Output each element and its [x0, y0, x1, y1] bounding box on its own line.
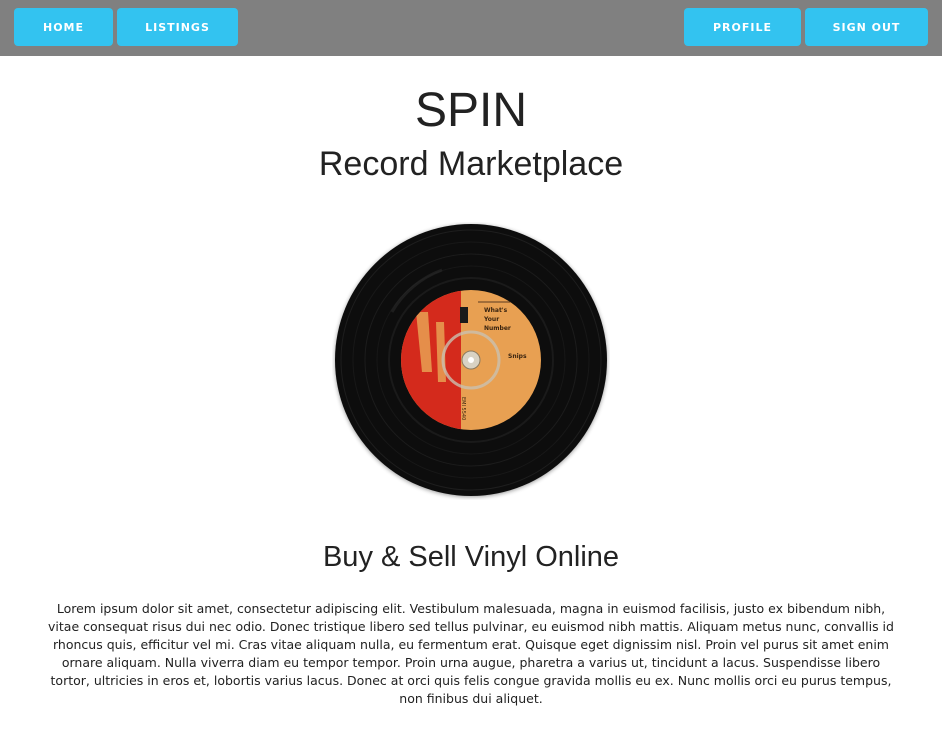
svg-text:What's: What's — [484, 307, 508, 314]
svg-text:EMI 5540: EMI 5540 — [460, 397, 466, 420]
page-title: SPIN — [414, 84, 528, 137]
sign-out-button[interactable]: SIGN OUT — [805, 8, 928, 46]
page-subtitle: Record Marketplace — [318, 145, 624, 183]
listings-button[interactable]: LISTINGS — [117, 8, 238, 46]
top-nav-bar: HOME LISTINGS PROFILE SIGN OUT — [0, 0, 942, 56]
section-body-text: Lorem ipsum dolor sit amet, consectetur … — [48, 601, 894, 706]
svg-text:Your: Your — [483, 316, 499, 323]
home-button[interactable]: HOME — [14, 8, 113, 46]
profile-button[interactable]: PROFILE — [684, 8, 801, 46]
svg-text:Number: Number — [484, 325, 511, 332]
vinyl-record-image: What's Your Number Snips EMI 5540 — [332, 222, 610, 500]
svg-text:Snips: Snips — [508, 353, 527, 360]
section-headline: Buy & Sell Vinyl Online — [322, 541, 620, 573]
